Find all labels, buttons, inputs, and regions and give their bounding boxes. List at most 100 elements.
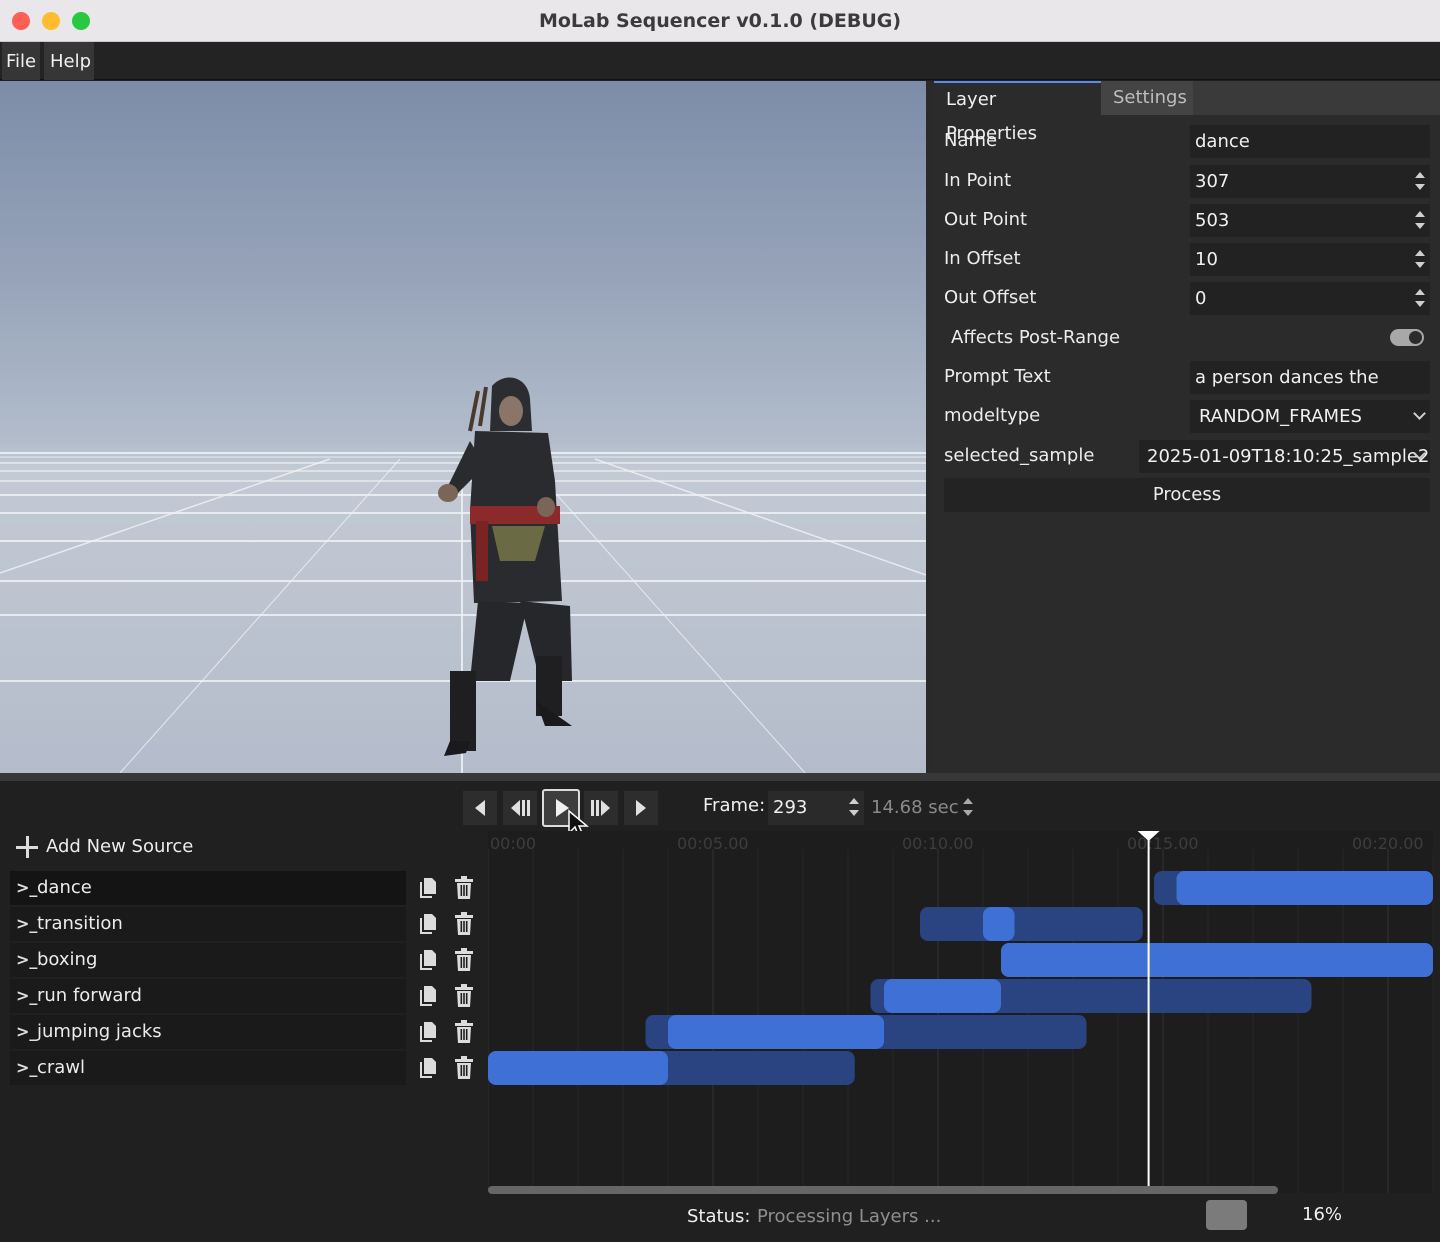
delete-layer-button[interactable] (449, 873, 479, 903)
skip-forward-button[interactable] (584, 791, 618, 825)
delete-layer-button[interactable] (449, 1053, 479, 1083)
timeline-tick-label: 00:10.00 (902, 834, 974, 853)
character-figure (438, 377, 572, 756)
prop-label-out-point: Out Point (944, 209, 1028, 230)
tab-settings[interactable]: Settings (1101, 81, 1193, 115)
terminal-prompt-icon: >_ (16, 986, 38, 1005)
in-offset-spinbox[interactable]: 10 (1190, 243, 1430, 276)
out-point-spinbox[interactable]: 503 (1190, 204, 1430, 237)
layer-row[interactable]: >_ jumping jacks (10, 1015, 480, 1049)
skip-back-button[interactable] (503, 791, 537, 825)
prop-row-in-offset: In Offset 10 (934, 240, 1440, 278)
trash-icon (455, 876, 473, 899)
prop-row-out-point: Out Point 503 (934, 201, 1440, 239)
prop-label-selected-sample: selected_sample (944, 445, 1095, 466)
prop-row-in-point: In Point 307 (934, 162, 1440, 200)
layer-row[interactable]: >_ run forward (10, 979, 480, 1013)
chevron-down-icon (1413, 407, 1426, 420)
tab-layer-properties[interactable]: Layer Properties (934, 81, 1101, 144)
timeline-canvas[interactable]: 00:00 00:05.00 00:10.00 00:15.00 00:20.00 (488, 831, 1433, 1193)
horizontal-splitter[interactable] (0, 773, 1440, 781)
layer-row[interactable]: >_ transition (10, 907, 480, 941)
step-forward-button[interactable] (624, 791, 658, 825)
out-point-value: 503 (1195, 210, 1230, 231)
terminal-prompt-icon: >_ (16, 950, 38, 969)
frame-value: 293 (773, 797, 808, 818)
viewport-scene (0, 377, 926, 773)
layer-name: jumping jacks (37, 1021, 162, 1042)
layer-name: run forward (37, 985, 142, 1006)
layer-row[interactable]: >_ dance (10, 871, 480, 905)
spin-arrows-icon[interactable] (1414, 171, 1426, 191)
modeltype-value: RANDOM_FRAMES (1199, 406, 1362, 427)
layer-row[interactable]: >_ crawl (10, 1051, 480, 1085)
spin-arrows-icon[interactable] (848, 797, 860, 817)
duplicate-layer-button[interactable] (413, 909, 443, 939)
prop-label-name: Name (944, 130, 998, 151)
process-button[interactable]: Process (944, 478, 1430, 512)
delete-layer-button[interactable] (449, 945, 479, 975)
modeltype-select[interactable]: RANDOM_FRAMES (1190, 400, 1430, 433)
window-titlebar: MoLab Sequencer v0.1.0 (DEBUG) (0, 0, 1440, 42)
duplicate-layer-button[interactable] (413, 1053, 443, 1083)
layer-active-bar (1001, 943, 1433, 977)
timeline-tick-label: 00:00 (490, 834, 536, 853)
timeline-scrollbar[interactable] (488, 1186, 1278, 1194)
trash-icon (455, 912, 473, 935)
spin-arrows-icon[interactable] (1414, 249, 1426, 269)
prop-row-name: Name dance (934, 122, 1440, 160)
layer-name-cell[interactable]: >_ crawl (10, 1051, 406, 1085)
layer-name-cell[interactable]: >_ jumping jacks (10, 1015, 406, 1049)
duplicate-layer-button[interactable] (413, 873, 443, 903)
affects-post-range-toggle[interactable] (1390, 329, 1424, 346)
seconds-spinbox[interactable]: 14.68 sec (866, 791, 978, 825)
status-value: Processing Layers ... (757, 1206, 942, 1227)
in-offset-value: 10 (1195, 249, 1218, 270)
in-point-spinbox[interactable]: 307 (1190, 165, 1430, 198)
add-new-source-button[interactable]: Add New Source (14, 833, 193, 861)
out-offset-spinbox[interactable]: 0 (1190, 282, 1430, 315)
step-back-button[interactable] (463, 791, 497, 825)
layer-name-cell[interactable]: >_ run forward (10, 979, 406, 1013)
terminal-prompt-icon: >_ (16, 914, 38, 933)
spin-arrows-icon[interactable] (1414, 210, 1426, 230)
delete-layer-button[interactable] (449, 1017, 479, 1047)
layer-active-bar (1176, 871, 1433, 905)
prop-row-prompt-text: Prompt Text a person dances the tango (934, 358, 1440, 421)
layer-name-cell[interactable]: >_ transition (10, 907, 406, 941)
layer-row[interactable]: >_ boxing (10, 943, 480, 977)
selected-sample-select[interactable]: 2025-01-09T18:10:25_sample2 (1139, 440, 1430, 473)
copy-icon (420, 1022, 436, 1042)
timeline-tick-label: 00:20.00 (1352, 834, 1424, 853)
name-field[interactable]: dance (1190, 125, 1430, 158)
delete-layer-button[interactable] (449, 981, 479, 1011)
vertical-splitter[interactable] (926, 81, 934, 773)
layer-name-cell[interactable]: >_ dance (10, 871, 406, 905)
duplicate-layer-button[interactable] (413, 945, 443, 975)
trash-icon (455, 984, 473, 1007)
layer-active-bar (488, 1051, 668, 1085)
trash-icon (455, 1020, 473, 1043)
duplicate-layer-button[interactable] (413, 981, 443, 1011)
prop-row-selected-sample: selected_sample 2025-01-09T18:10:25_samp… (934, 437, 1440, 475)
3d-viewport[interactable] (0, 81, 926, 773)
frame-spinbox[interactable]: 293 (768, 791, 864, 825)
spin-arrows-icon[interactable] (962, 797, 974, 817)
menu-help[interactable]: Help (44, 42, 94, 80)
delete-layer-button[interactable] (449, 909, 479, 939)
copy-icon (420, 1058, 436, 1078)
duplicate-layer-button[interactable] (413, 1017, 443, 1047)
properties-tabbar: Layer Properties Settings (934, 81, 1440, 144)
spin-arrows-icon[interactable] (1414, 288, 1426, 308)
prompt-text-field[interactable]: a person dances the tango (1190, 361, 1430, 421)
selected-sample-value: 2025-01-09T18:10:25_sample2 (1147, 446, 1430, 467)
layer-name: crawl (37, 1057, 86, 1078)
layer-name: boxing (37, 949, 98, 970)
step-forward-icon (636, 800, 646, 816)
in-point-value: 307 (1195, 171, 1230, 192)
layer-name-cell[interactable]: >_ boxing (10, 943, 406, 977)
menu-file[interactable]: File (2, 42, 40, 80)
trash-icon (455, 1056, 473, 1079)
timeline[interactable]: 00:00 00:05.00 00:10.00 00:15.00 00:20.00 (488, 831, 1433, 1193)
skip-forward-icon (591, 800, 610, 816)
